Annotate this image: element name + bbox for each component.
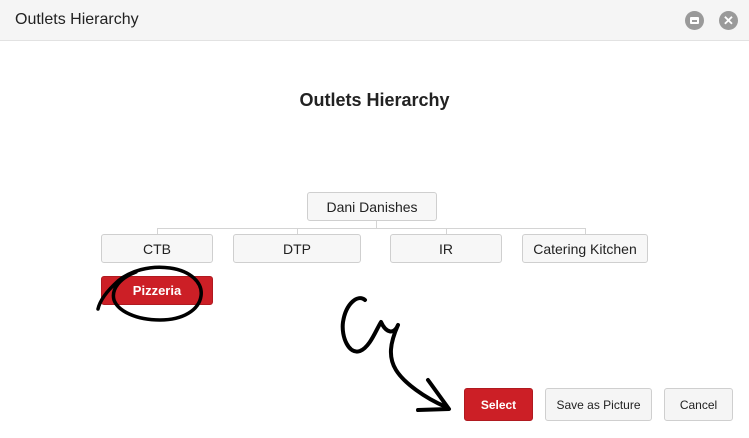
node-catering-kitchen[interactable]: Catering Kitchen <box>522 234 648 263</box>
cancel-button[interactable]: Cancel <box>664 388 733 421</box>
annotation-arrowhead <box>416 378 451 412</box>
page-heading: Outlets Hierarchy <box>299 90 450 110</box>
save-as-picture-button[interactable]: Save as Picture <box>545 388 652 421</box>
node-pizzeria-selected[interactable]: Pizzeria <box>101 276 213 305</box>
window-maximize-icon[interactable] <box>685 11 704 30</box>
window-title: Outlets Hierarchy <box>15 11 139 28</box>
node-ctb[interactable]: CTB <box>101 234 213 263</box>
close-icon[interactable]: ✕ <box>719 11 738 30</box>
node-root[interactable]: Dani Danishes <box>307 192 437 221</box>
select-button[interactable]: Select <box>464 388 533 421</box>
node-ir[interactable]: IR <box>390 234 502 263</box>
title-bar: Outlets Hierarchy ✕ <box>0 0 749 41</box>
annotation-arrow <box>340 296 448 409</box>
node-dtp[interactable]: DTP <box>233 234 361 263</box>
